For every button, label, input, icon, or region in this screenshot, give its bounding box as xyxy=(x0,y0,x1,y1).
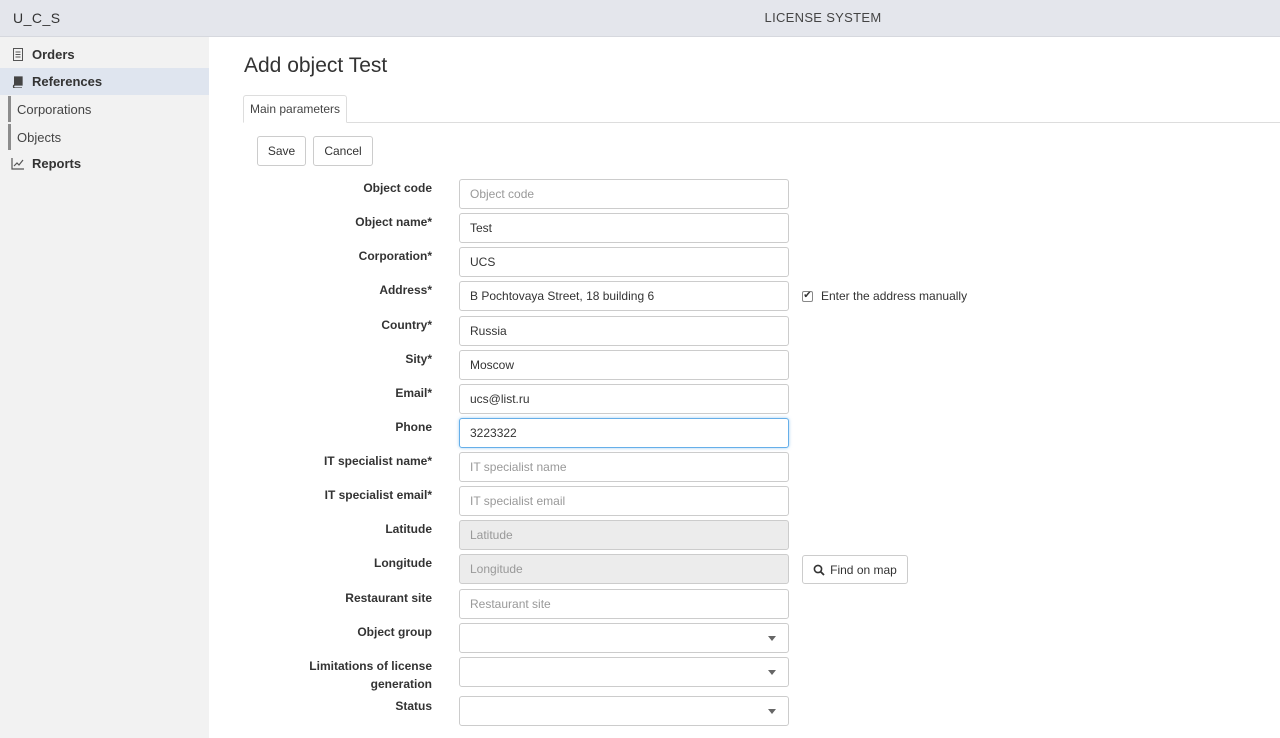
sidebar-item-references[interactable]: References xyxy=(0,68,209,95)
country-label: Country* xyxy=(381,318,432,332)
object-code-label: Object code xyxy=(363,181,432,195)
sidebar: Orders References Corporations Objects R… xyxy=(0,37,209,738)
object-group-label: Object group xyxy=(357,625,432,639)
address-manual-label[interactable]: Enter the address manually xyxy=(821,289,967,303)
limitations-label-line2: generation xyxy=(370,677,432,691)
address-label: Address* xyxy=(379,283,432,297)
it-specialist-name-label: IT specialist name* xyxy=(323,454,432,468)
city-input[interactable] xyxy=(459,350,789,380)
system-title-text: LICENSE SYSTEM xyxy=(764,10,882,25)
email-label: Email* xyxy=(395,386,432,400)
object-group-select[interactable] xyxy=(459,623,789,653)
sidebar-item-objects[interactable]: Objects xyxy=(8,124,209,150)
email-input[interactable] xyxy=(459,384,789,414)
it-specialist-name-input[interactable] xyxy=(459,452,789,482)
book-icon xyxy=(11,75,25,88)
chevron-down-icon xyxy=(768,670,776,675)
object-name-label: Object name* xyxy=(355,215,432,229)
restaurant-site-label: Restaurant site xyxy=(345,591,432,605)
address-manual-option: ✔ Enter the address manually xyxy=(802,289,967,303)
chart-line-icon xyxy=(11,157,25,170)
longitude-input xyxy=(459,554,789,584)
limitations-select[interactable] xyxy=(459,657,789,687)
sidebar-item-label: Orders xyxy=(32,47,75,62)
page-title: Add object Test xyxy=(244,54,388,77)
object-name-input[interactable] xyxy=(459,213,789,243)
limitations-label-line1: Limitations of license xyxy=(309,659,432,673)
check-icon: ✔ xyxy=(803,290,812,301)
phone-input[interactable] xyxy=(459,418,789,448)
sidebar-item-corporations[interactable]: Corporations xyxy=(8,96,209,122)
status-select[interactable] xyxy=(459,696,789,726)
corporation-label: Corporation* xyxy=(358,249,432,263)
top-bar: U_C_S LICENSE SYSTEM xyxy=(0,0,1280,37)
status-label: Status xyxy=(395,699,432,713)
chevron-down-icon xyxy=(768,709,776,714)
latitude-input xyxy=(459,520,789,550)
sidebar-item-label: Reports xyxy=(32,156,82,171)
search-icon xyxy=(813,564,825,576)
chevron-down-icon xyxy=(768,636,776,641)
it-specialist-email-label: IT specialist email* xyxy=(324,488,432,502)
latitude-label: Latitude xyxy=(385,522,432,536)
city-label: Sity* xyxy=(405,352,432,366)
address-manual-checkbox[interactable]: ✔ xyxy=(802,290,813,302)
country-input[interactable] xyxy=(459,316,789,346)
address-input[interactable] xyxy=(459,281,789,311)
system-title: LICENSE SYSTEM xyxy=(0,10,1280,25)
find-on-map-button[interactable]: Find on map xyxy=(802,555,908,584)
it-specialist-email-input[interactable] xyxy=(459,486,789,516)
sidebar-item-reports[interactable]: Reports xyxy=(0,150,209,177)
cancel-button[interactable]: Cancel xyxy=(313,136,373,166)
phone-label: Phone xyxy=(395,420,432,434)
main-content: Add object Test Main parameters Save Can… xyxy=(209,37,1280,738)
tabs-divider xyxy=(243,122,1280,123)
document-icon xyxy=(11,48,25,61)
corporation-input[interactable] xyxy=(459,247,789,277)
longitude-label: Longitude xyxy=(374,556,432,570)
restaurant-site-input[interactable] xyxy=(459,589,789,619)
save-button[interactable]: Save xyxy=(257,136,306,166)
sidebar-item-label: References xyxy=(32,74,103,89)
tab-main-parameters[interactable]: Main parameters xyxy=(243,95,348,123)
object-code-input[interactable] xyxy=(459,179,789,209)
find-on-map-label: Find on map xyxy=(830,562,897,577)
limitations-label: Limitations of license generation xyxy=(282,657,432,693)
sidebar-item-orders[interactable]: Orders xyxy=(0,41,209,68)
